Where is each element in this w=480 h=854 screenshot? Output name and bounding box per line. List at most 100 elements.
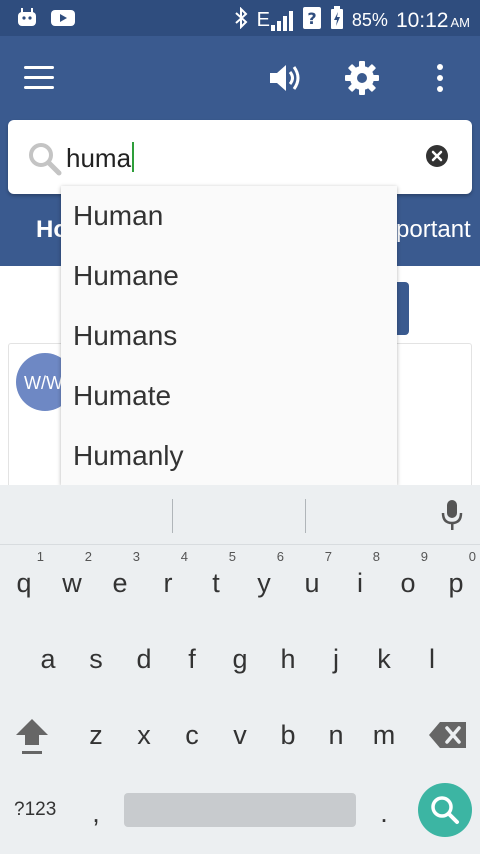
key-t[interactable]: t5 — [192, 549, 240, 613]
clock-time: 10:12 — [395, 8, 449, 32]
clock-ampm: AM — [450, 14, 471, 30]
spacebar[interactable] — [124, 793, 356, 827]
key-char: o — [400, 568, 416, 598]
suggestion-item[interactable]: Human — [61, 186, 397, 246]
key-char: u — [304, 568, 320, 598]
key-s[interactable]: s — [72, 629, 120, 689]
bluetooth-icon — [233, 6, 249, 34]
key-hint: 8 — [372, 549, 380, 564]
comma-key[interactable]: , — [72, 783, 120, 843]
key-hint: 1 — [36, 549, 44, 564]
signal-icon: E — [257, 9, 294, 32]
symbols-key[interactable]: ?123 — [14, 799, 56, 821]
key-j[interactable]: j — [312, 629, 360, 689]
mic-icon[interactable] — [440, 499, 464, 536]
youtube-icon — [50, 8, 76, 33]
menu-line — [24, 86, 54, 89]
strip-divider — [172, 499, 173, 533]
key-n[interactable]: n — [312, 705, 360, 765]
key-v[interactable]: v — [216, 705, 264, 765]
key-hint: 0 — [468, 549, 476, 564]
suggestions-dropdown: Human Humane Humans Humate Humanly — [61, 186, 397, 485]
clear-search-button[interactable] — [426, 145, 448, 167]
network-type: E — [256, 9, 270, 31]
search-bar[interactable]: huma — [8, 120, 472, 194]
shift-icon — [16, 719, 48, 754]
key-w[interactable]: w2 — [48, 549, 96, 613]
suggestion-item[interactable]: Humane — [61, 246, 397, 306]
search-icon — [431, 796, 459, 824]
speaker-icon — [270, 65, 300, 91]
key-hint: 4 — [180, 549, 188, 564]
more-options-button[interactable] — [428, 62, 452, 94]
menu-line — [24, 76, 54, 79]
key-z[interactable]: z — [72, 705, 120, 765]
svg-text:?: ? — [307, 9, 316, 28]
search-input[interactable]: huma — [66, 142, 135, 174]
soft-keyboard: q1 w2 e3 r4 t5 y6 u7 i8 o9 p0 a s d f g … — [0, 485, 480, 854]
key-hint: 2 — [84, 549, 92, 564]
settings-button[interactable] — [344, 60, 380, 96]
clock: 10:12 AM — [396, 9, 470, 33]
text-caret — [132, 142, 135, 172]
key-o[interactable]: o9 — [384, 549, 432, 613]
strip-divider — [305, 499, 306, 533]
key-m[interactable]: m — [360, 705, 408, 765]
shift-key[interactable] — [8, 705, 56, 765]
status-left-icons — [16, 8, 76, 33]
status-bar: E ? 85% 10:12 AM — [0, 0, 480, 36]
key-k[interactable]: k — [360, 629, 408, 689]
suggestion-item[interactable]: Humans — [61, 306, 397, 366]
wifi-question-icon: ? — [302, 6, 322, 35]
backspace-key[interactable] — [424, 705, 472, 765]
key-x[interactable]: x — [120, 705, 168, 765]
close-circle-icon — [426, 145, 448, 167]
key-hint: 6 — [276, 549, 284, 564]
key-char: i — [357, 568, 363, 598]
more-vert-icon — [437, 64, 443, 92]
tab-important[interactable]: portant — [396, 216, 471, 244]
suggestion-item[interactable]: Humate — [61, 366, 397, 426]
suggestion-item[interactable]: Humanly — [61, 426, 397, 485]
key-char: r — [163, 568, 173, 598]
search-query: huma — [66, 143, 132, 173]
key-l[interactable]: l — [408, 629, 456, 689]
key-i[interactable]: i8 — [336, 549, 384, 613]
key-y[interactable]: y6 — [240, 549, 288, 613]
key-c[interactable]: c — [168, 705, 216, 765]
gear-icon — [345, 61, 379, 95]
key-hint: 7 — [324, 549, 332, 564]
key-char: p — [448, 568, 464, 598]
key-char: e — [112, 568, 128, 598]
key-char: w — [62, 568, 82, 598]
menu-line — [24, 66, 54, 69]
key-hint: 5 — [228, 549, 236, 564]
speaker-button[interactable] — [268, 62, 304, 94]
key-char: q — [16, 568, 32, 598]
hamburger-menu-button[interactable] — [24, 66, 54, 90]
battery-charging-icon — [330, 6, 344, 35]
keyboard-search-button[interactable] — [418, 783, 472, 837]
key-d[interactable]: d — [120, 629, 168, 689]
key-a[interactable]: a — [24, 629, 72, 689]
search-icon — [28, 142, 62, 181]
android-icon — [16, 8, 38, 33]
period-key[interactable]: . — [360, 783, 408, 843]
key-u[interactable]: u7 — [288, 549, 336, 613]
key-f[interactable]: f — [168, 629, 216, 689]
key-e[interactable]: e3 — [96, 549, 144, 613]
key-char: y — [257, 568, 271, 598]
key-hint: 9 — [420, 549, 428, 564]
suggestion-strip — [0, 485, 480, 545]
key-char: t — [212, 568, 220, 598]
status-right-icons: E ? 85% 10:12 AM — [233, 6, 470, 35]
backspace-icon — [429, 722, 466, 748]
key-hint: 3 — [132, 549, 140, 564]
key-p[interactable]: p0 — [432, 549, 480, 613]
key-h[interactable]: h — [264, 629, 312, 689]
battery-percent: 85% — [351, 10, 388, 30]
key-b[interactable]: b — [264, 705, 312, 765]
key-q[interactable]: q1 — [0, 549, 48, 613]
key-r[interactable]: r4 — [144, 549, 192, 613]
key-g[interactable]: g — [216, 629, 264, 689]
